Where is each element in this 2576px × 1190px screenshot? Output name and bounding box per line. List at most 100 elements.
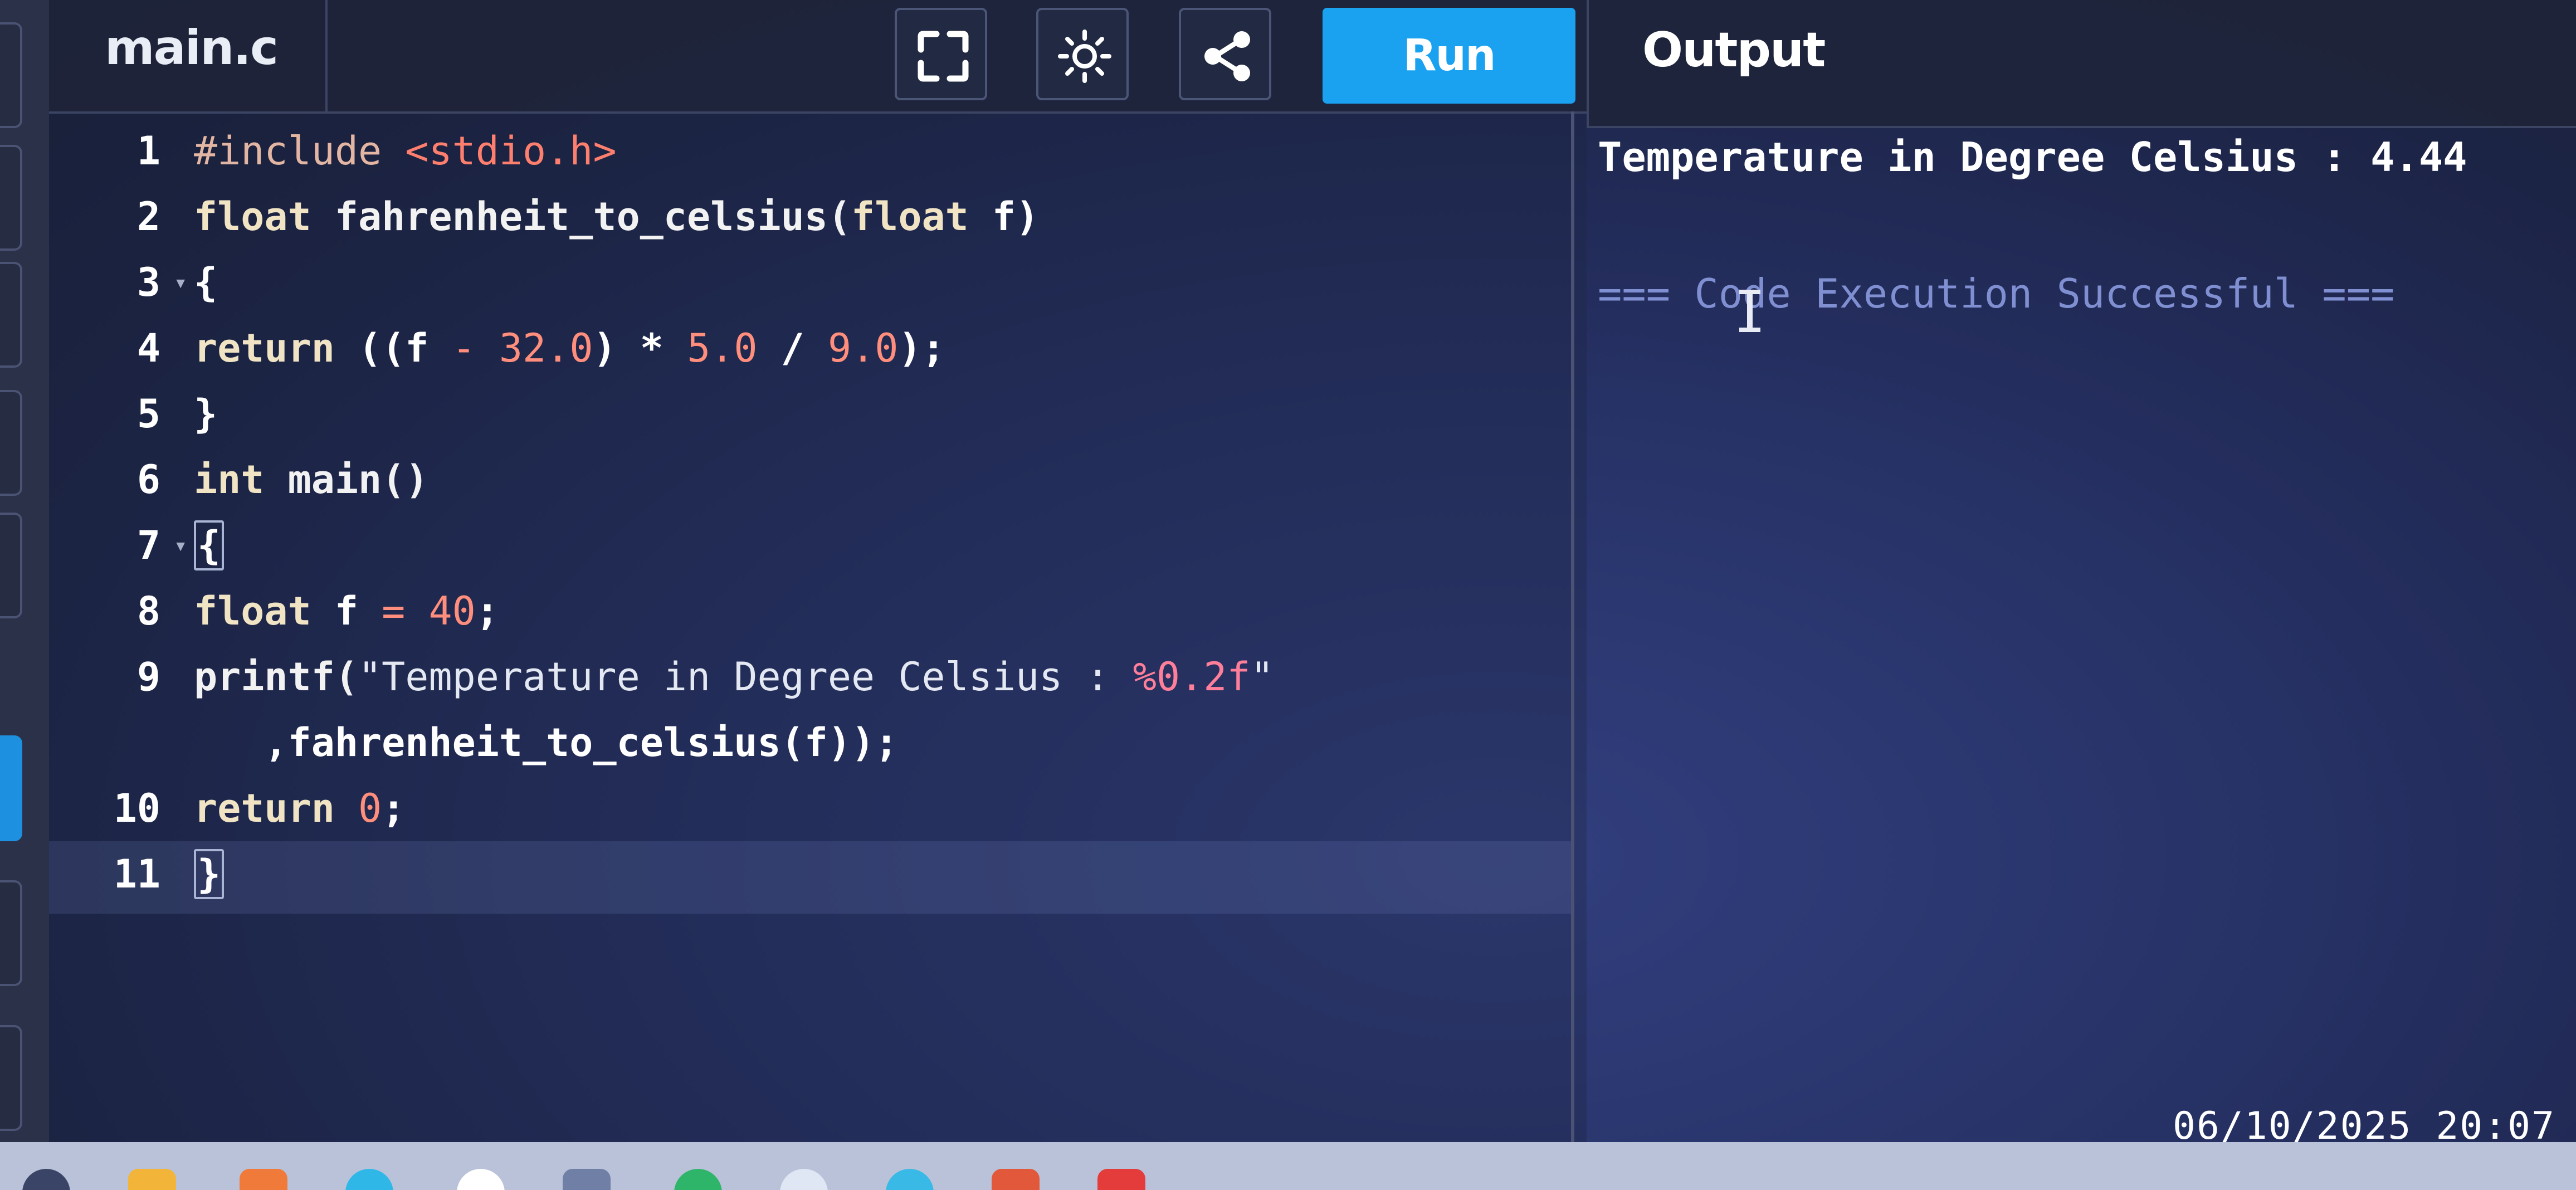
whatsapp-icon[interactable] — [674, 1169, 722, 1190]
code-token: #include — [194, 128, 406, 174]
output-header: Output — [1587, 0, 2576, 128]
code-content: printf("Temperature in Degree Celsius : … — [194, 644, 1274, 710]
strip-tab-active[interactable] — [0, 735, 22, 841]
line-number: 10 — [113, 786, 160, 831]
firefox-icon[interactable] — [240, 1169, 287, 1190]
code-token: <stdio.h> — [405, 128, 617, 174]
code-token: = — [382, 588, 406, 634]
code-token: ,fahrenheit_to_celsius(f)); — [194, 720, 899, 765]
code-token: 40 — [428, 588, 476, 634]
output-result-line: Temperature in Degree Celsius : 4.44 — [1598, 134, 2467, 181]
code-token: - — [452, 325, 476, 371]
code-token: main() — [264, 457, 429, 503]
line-number: 7 — [136, 523, 160, 568]
line-number: 2 — [136, 194, 160, 240]
activity-strip — [0, 0, 49, 1142]
code-line[interactable]: 7 ▾{ — [49, 513, 1553, 578]
editor-header: main.c Run — [49, 0, 1587, 114]
line-number: 9 — [136, 654, 160, 700]
code-line[interactable]: 11} — [49, 841, 1553, 907]
code-token: 0 — [358, 786, 382, 831]
code-token: / — [757, 325, 828, 371]
code-token: %0.2f — [1133, 654, 1251, 700]
chatgpt-icon[interactable] — [780, 1169, 828, 1190]
screen: main.c Run Output 1 #include <stdio.h> 2… — [0, 0, 2576, 1190]
code-token: f) — [968, 194, 1040, 240]
browser-icon[interactable] — [886, 1169, 934, 1190]
app-icon-red[interactable] — [1097, 1169, 1145, 1190]
code-token: { — [194, 260, 218, 305]
code-line[interactable]: 10 return 0; — [49, 776, 1553, 841]
code-token: f — [311, 588, 382, 634]
code-line[interactable]: 3 ▾{ — [49, 250, 1553, 315]
strip-tab[interactable] — [0, 513, 22, 618]
strip-tab[interactable] — [0, 145, 22, 251]
code-content: } — [194, 841, 225, 907]
code-token: printf( — [194, 654, 359, 700]
fullscreen-button[interactable] — [895, 8, 987, 100]
strip-tab[interactable] — [0, 22, 22, 128]
code-token: ); — [898, 325, 945, 371]
text-cursor-icon — [1739, 290, 1760, 332]
app-icon[interactable] — [563, 1169, 611, 1190]
output-title: Output — [1642, 22, 1826, 78]
code-line[interactable]: ,fahrenheit_to_celsius(f)); — [49, 710, 1553, 776]
code-line[interactable]: 9 printf("Temperature in Degree Celsius :… — [49, 644, 1553, 710]
code-token: ((f — [334, 325, 452, 371]
fold-chevron-icon[interactable]: ▾ — [160, 513, 194, 578]
code-line[interactable]: 8 float f = 40; — [49, 578, 1553, 644]
code-token: ; — [475, 588, 499, 634]
code-content: float fahrenheit_to_celsius(float f) — [194, 184, 1039, 250]
office-icon[interactable] — [992, 1169, 1040, 1190]
code-line[interactable]: 2 float fahrenheit_to_celsius(float f) — [49, 184, 1553, 250]
taskbar — [0, 1142, 2576, 1190]
code-content: #include <stdio.h> — [194, 118, 617, 184]
file-tab[interactable]: main.c — [49, 0, 328, 111]
search-icon[interactable] — [22, 1169, 70, 1190]
line-number: 1 — [136, 128, 160, 174]
folder-icon[interactable] — [128, 1169, 176, 1190]
code-line[interactable]: 1 #include <stdio.h> — [49, 118, 1553, 184]
fullscreen-icon — [918, 31, 969, 82]
strip-tab[interactable] — [0, 1025, 22, 1131]
code-token: 9.0 — [827, 325, 899, 371]
code-token: return — [194, 325, 335, 371]
chrome-icon[interactable] — [457, 1169, 505, 1190]
line-number: 3 — [136, 260, 160, 305]
code-token: 5.0 — [687, 325, 758, 371]
file-name: main.c — [105, 20, 279, 76]
line-number: 6 — [136, 457, 160, 503]
output-status-line: === Code Execution Successful === — [1598, 270, 2395, 317]
strip-tab[interactable] — [0, 880, 22, 986]
run-button[interactable]: Run — [1323, 8, 1575, 104]
code-token: } — [194, 391, 218, 437]
code-line[interactable]: 5} — [49, 381, 1553, 447]
code-content: } — [194, 381, 217, 447]
code-content: return 0; — [194, 776, 405, 841]
panel-divider[interactable] — [1571, 111, 1574, 1142]
code-token: int — [194, 457, 265, 503]
matched-brace: { — [194, 520, 225, 570]
strip-tab[interactable] — [0, 390, 22, 496]
code-content: float f = 40; — [194, 578, 499, 644]
theme-button[interactable] — [1036, 8, 1129, 100]
code-token: ; — [382, 786, 406, 831]
code-token: float — [194, 194, 311, 240]
fold-chevron-icon[interactable]: ▾ — [160, 250, 194, 315]
strip-tab[interactable] — [0, 262, 22, 368]
code-token: fahrenheit_to_celsius( — [311, 194, 852, 240]
line-number: 8 — [136, 588, 160, 634]
share-button[interactable] — [1179, 8, 1271, 100]
code-line[interactable]: 6 int main() — [49, 447, 1553, 513]
line-number: 4 — [136, 325, 160, 371]
edge-icon[interactable] — [345, 1169, 393, 1190]
code-token: float — [851, 194, 969, 240]
code-line[interactable]: 4 return ((f - 32.0) * 5.0 / 9.0); — [49, 315, 1553, 381]
code-token: " — [1250, 654, 1274, 700]
code-content: return ((f - 32.0) * 5.0 / 9.0); — [194, 315, 945, 381]
share-icon — [1204, 31, 1250, 81]
code-content: { — [194, 250, 217, 315]
code-token: float — [194, 588, 311, 634]
